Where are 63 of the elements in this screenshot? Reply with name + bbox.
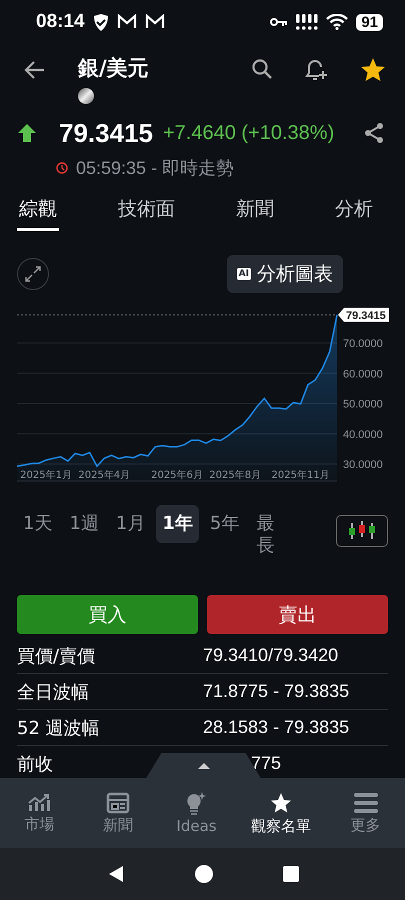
update-time: 05:59:35 - 即時走勢 [76,157,234,180]
range-tab[interactable]: 1天 [17,505,58,543]
candlestick-button[interactable] [336,515,388,547]
axis-label: 60.0000 [343,368,383,380]
coin-icon [78,88,94,104]
signal-icon [296,14,318,30]
nav-item[interactable]: 觀察名單 [245,790,318,836]
key-icon [270,17,288,27]
tab[interactable]: 綜觀 [17,196,59,231]
price-change: +7.4640 (+10.38%) [162,122,334,144]
sell-button[interactable]: 賣出 [207,595,388,634]
stat-label: 52 週波幅 [17,716,101,740]
instrument-title: 銀/美元 [78,55,149,82]
stat-value: 71.8775 - 79.3835 [203,681,350,702]
clock-icon [56,162,68,174]
axis-label: 30.0000 [343,459,383,472]
range-tab[interactable]: 1年 [156,505,199,543]
stat-value: 775 [250,753,282,774]
newspaper-icon [106,792,130,814]
mail-icon [116,14,137,30]
nav-item[interactable]: Ideas [166,790,226,836]
status-time: 08:14 [36,11,85,33]
price-tag: 79.3415 [338,308,389,322]
back-nav-button[interactable] [106,865,124,883]
mail-icon [144,14,165,30]
stat-value: 28.1583 - 79.3835 [203,717,350,738]
star-icon [269,790,294,814]
recents-nav-button[interactable] [282,866,298,882]
shield-icon [92,14,109,30]
stat-label: 買價/賣價 [17,644,96,668]
wifi-icon [326,14,348,30]
nav-item[interactable]: 新聞 [88,790,148,836]
range-tab[interactable]: 5年 [204,505,246,543]
range-tab[interactable]: 最長 [250,505,280,564]
stat-label: 前收 [17,752,54,776]
expand-icon [25,266,41,282]
ai-analysis-button[interactable]: AI 分析圖表 [226,255,343,293]
price: 79.3415 [59,118,153,148]
lightbulb-icon [185,791,208,815]
battery-level: 91 [356,14,383,30]
buy-button[interactable]: 買入 [17,595,198,634]
axis-label: 50.0000 [343,398,383,411]
stat-value: 79.3410/79.3420 [203,645,340,666]
tab[interactable]: 分析 [333,196,375,231]
axis-label: 2025年4月 [78,470,130,481]
tab[interactable]: 技術面 [116,196,177,231]
nav-item[interactable]: 市場 [9,792,70,834]
stat-label: 全日波幅 [17,680,90,704]
axis-label: 2025年8月 [209,470,262,481]
axis-label: 2025年11月 [272,470,330,481]
range-tab[interactable]: 1週 [63,505,105,543]
menu-icon [354,792,378,814]
home-nav-button[interactable] [194,865,212,883]
candlestick-icon [347,520,377,542]
axis-label: 2025年1月 [20,470,72,481]
axis-label: 40.0000 [343,428,383,441]
axis-label: 70.0000 [343,338,383,350]
expand-button[interactable] [17,258,49,290]
range-tab[interactable]: 1月 [110,505,152,543]
tab[interactable]: 新聞 [234,196,276,231]
nav-item[interactable]: 更多 [336,790,396,836]
axis-label: 2025年6月 [151,470,203,481]
chart-icon [27,792,52,812]
